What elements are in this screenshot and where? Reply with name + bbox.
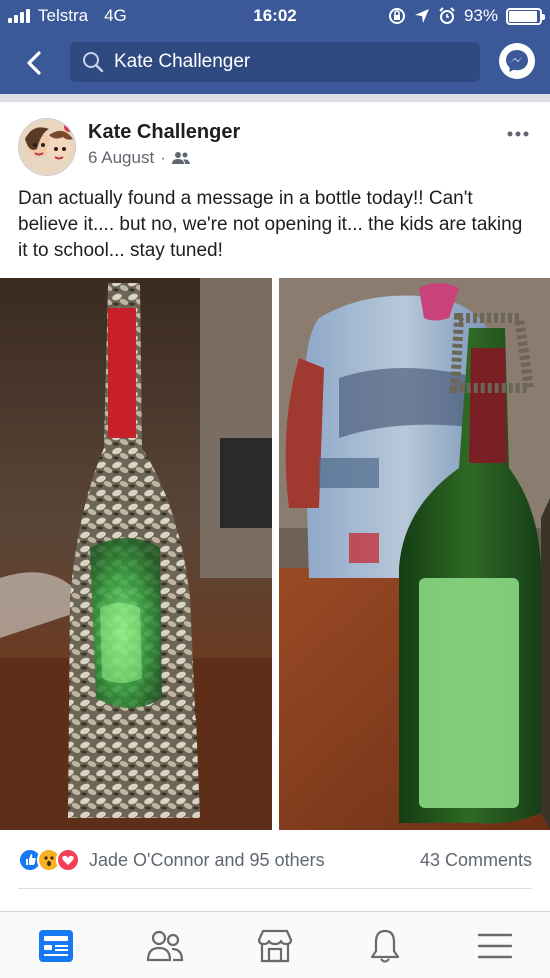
reaction-icons bbox=[18, 848, 80, 872]
friends-icon[interactable] bbox=[145, 926, 185, 966]
search-input[interactable]: Kate Challenger bbox=[70, 42, 480, 82]
friends-audience-icon bbox=[171, 152, 190, 164]
marketplace-icon[interactable] bbox=[255, 926, 295, 966]
reactions-divider bbox=[18, 888, 532, 889]
photo-bottle-green[interactable] bbox=[279, 278, 550, 830]
avatar[interactable] bbox=[18, 118, 76, 176]
post-meta: 6 August · bbox=[88, 148, 190, 168]
bottom-tab-bar bbox=[0, 911, 550, 978]
more-options-icon[interactable] bbox=[506, 130, 530, 138]
menu-icon[interactable] bbox=[475, 926, 515, 966]
location-icon bbox=[414, 9, 429, 23]
newsfeed-icon[interactable] bbox=[36, 926, 76, 966]
love-icon bbox=[56, 848, 80, 872]
messenger-icon[interactable] bbox=[498, 42, 536, 80]
search-nav: Kate Challenger bbox=[0, 40, 550, 86]
feed-divider bbox=[0, 94, 550, 102]
bell-icon[interactable] bbox=[365, 926, 405, 966]
comments-count[interactable]: 43 Comments bbox=[420, 850, 532, 871]
search-value: Kate Challenger bbox=[114, 51, 251, 72]
reactions-summary[interactable]: Jade O'Connor and 95 others bbox=[89, 850, 325, 871]
battery-icon bbox=[506, 7, 545, 25]
post-date[interactable]: 6 August bbox=[88, 148, 154, 168]
battery-percent: 93% bbox=[463, 6, 498, 25]
rotation-lock-icon bbox=[388, 8, 405, 24]
post-photos bbox=[0, 278, 550, 830]
reactions-bar[interactable]: Jade O'Connor and 95 others 43 Comments bbox=[18, 847, 532, 873]
post-author[interactable]: Kate Challenger bbox=[88, 121, 240, 144]
back-chevron-icon[interactable] bbox=[20, 48, 50, 78]
search-icon bbox=[83, 52, 104, 73]
meta-dot: · bbox=[160, 148, 166, 167]
status-bar: Telstra 4G 16:02 93% bbox=[0, 0, 550, 32]
alarm-icon bbox=[439, 7, 455, 24]
top-bar: Telstra 4G 16:02 93% Kate Challenger bbox=[0, 0, 550, 94]
post-text: Dan actually found a message in a bottle… bbox=[18, 188, 523, 261]
photo-bottle-barnacles[interactable] bbox=[0, 278, 272, 830]
